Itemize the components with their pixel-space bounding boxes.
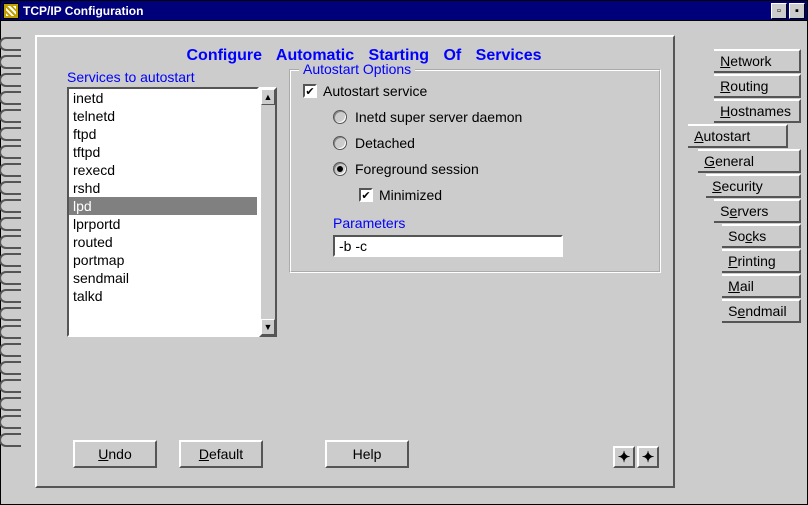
services-listbox[interactable]: inetdtelnetdftpdtftpdrexecdrshdlpdlprpor… — [67, 87, 259, 337]
tab-sendmail[interactable]: Sendmail — [722, 299, 801, 323]
tab-hostnames[interactable]: Hostnames — [714, 99, 801, 123]
tab-autostart[interactable]: Autostart — [688, 124, 788, 148]
maximize-button[interactable]: ▫ — [771, 3, 787, 19]
service-item[interactable]: tftpd — [69, 143, 257, 161]
detached-label: Detached — [355, 135, 415, 151]
tab-servers[interactable]: Servers — [714, 199, 801, 223]
service-item[interactable]: telnetd — [69, 107, 257, 125]
app-icon — [3, 3, 19, 19]
undo-button[interactable]: Undo — [73, 440, 157, 468]
page-prev-button[interactable]: ✦ — [613, 446, 635, 468]
spiral-binding — [5, 37, 29, 490]
service-item[interactable]: sendmail — [69, 269, 257, 287]
page-next-button[interactable]: ✦ — [637, 446, 659, 468]
help-button[interactable]: Help — [325, 440, 409, 468]
service-item[interactable]: rexecd — [69, 161, 257, 179]
tab-routing[interactable]: Routing — [714, 74, 801, 98]
service-item[interactable]: lpd — [69, 197, 257, 215]
tab-printing[interactable]: Printing — [722, 249, 801, 273]
tab-network[interactable]: Network — [714, 49, 801, 73]
autostart-checkbox[interactable]: ✔ — [303, 84, 317, 98]
listbox-scrollbar[interactable]: ▲ ▼ — [259, 87, 277, 337]
parameters-input[interactable] — [333, 235, 563, 257]
undo-rest: ndo — [108, 446, 131, 462]
minimize-button[interactable]: ▪ — [789, 3, 805, 19]
autostart-options-group: Autostart Options ✔ Autostart service In… — [289, 69, 661, 273]
foreground-radio[interactable] — [333, 162, 347, 176]
scroll-up-button[interactable]: ▲ — [261, 89, 275, 105]
autostart-page: Configure Automatic Starting Of Services… — [35, 35, 675, 488]
tab-security[interactable]: Security — [706, 174, 801, 198]
service-item[interactable]: lprportd — [69, 215, 257, 233]
service-item[interactable]: rshd — [69, 179, 257, 197]
tab-socks[interactable]: Socks — [722, 224, 801, 248]
page-area: Configure Automatic Starting Of Services… — [27, 27, 803, 500]
default-button[interactable]: Default — [179, 440, 263, 468]
notebook: Configure Automatic Starting Of Services… — [5, 27, 803, 500]
titlebar: TCP/IP Configuration ▫ ▪ — [1, 1, 807, 21]
inetd-radio[interactable] — [333, 110, 347, 124]
inetd-label: Inetd super server daemon — [355, 109, 522, 125]
tab-mail[interactable]: Mail — [722, 274, 801, 298]
scroll-down-button[interactable]: ▼ — [261, 319, 275, 335]
parameters-label: Parameters — [303, 215, 647, 231]
minimized-label: Minimized — [379, 187, 442, 203]
service-item[interactable]: inetd — [69, 89, 257, 107]
window-title: TCP/IP Configuration — [23, 4, 771, 18]
default-rest: efault — [209, 446, 243, 462]
service-item[interactable]: talkd — [69, 287, 257, 305]
tab-general[interactable]: General — [698, 149, 801, 173]
service-item[interactable]: ftpd — [69, 125, 257, 143]
tcpip-config-window: TCP/IP Configuration ▫ ▪ Configure Autom… — [0, 0, 808, 505]
autostart-label: Autostart service — [323, 83, 427, 99]
services-label: Services to autostart — [67, 69, 277, 85]
group-title: Autostart Options — [299, 61, 415, 77]
notebook-tabs: Network Routing Hostnames Autostart Gene… — [684, 49, 801, 324]
service-item[interactable]: portmap — [69, 251, 257, 269]
detached-radio[interactable] — [333, 136, 347, 150]
minimized-checkbox[interactable]: ✔ — [359, 188, 373, 202]
service-item[interactable]: routed — [69, 233, 257, 251]
foreground-label: Foreground session — [355, 161, 479, 177]
